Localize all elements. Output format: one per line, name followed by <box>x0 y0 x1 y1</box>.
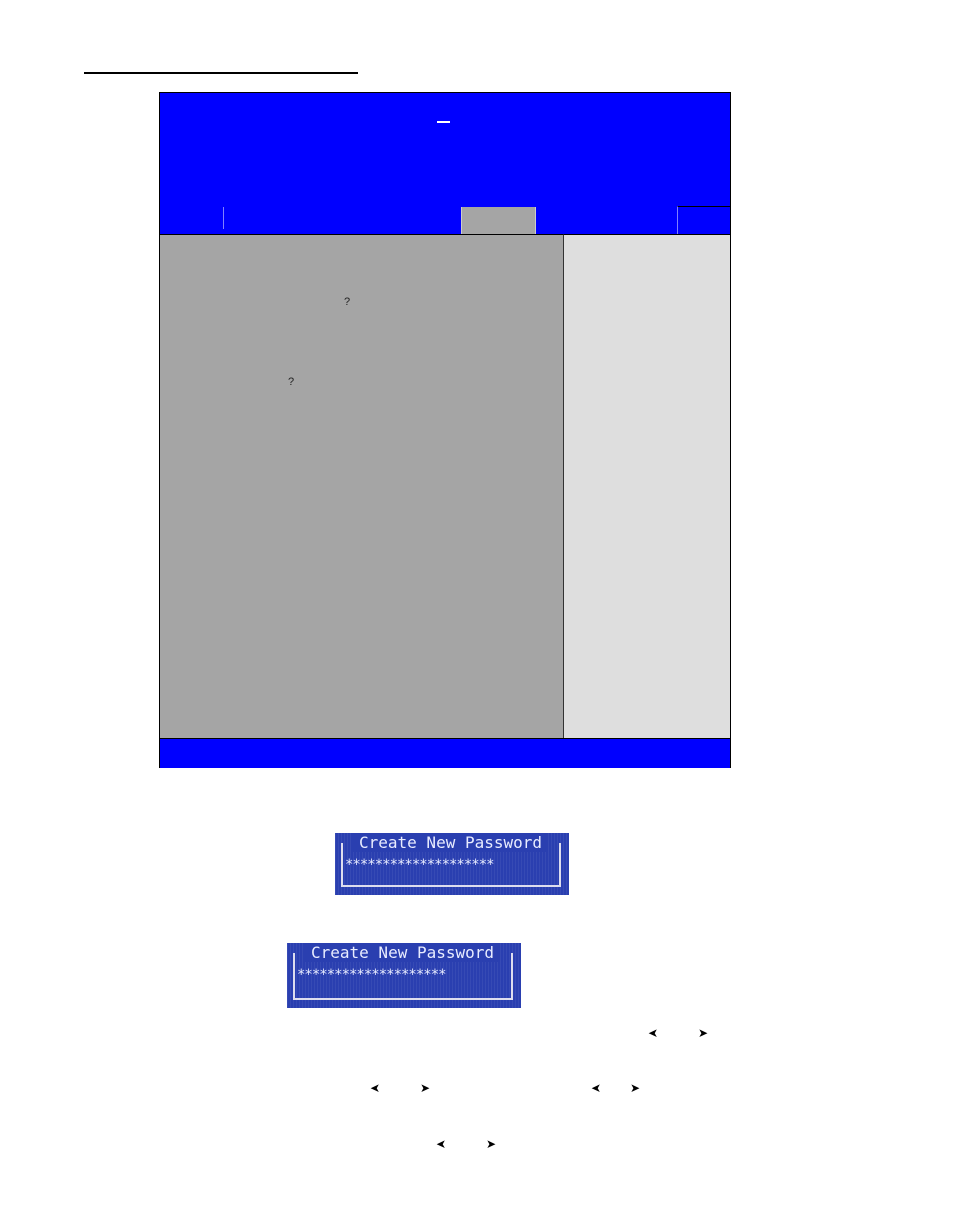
password-field[interactable]: ******************** <box>345 857 495 873</box>
bios-screenshot: ? ? <box>159 92 731 768</box>
missing-glyph: ? <box>288 376 295 388</box>
dialog-title: Create New Password <box>305 943 501 962</box>
document-page: ? ? Create New Password ****************… <box>0 0 954 1232</box>
arrow-right-icon: ➤ <box>630 1081 641 1095</box>
tab-security-selected[interactable] <box>461 207 536 234</box>
tab-exit[interactable] <box>677 206 731 235</box>
arrow-right-icon: ➤ <box>420 1081 431 1095</box>
arrow-left-icon: ➤ <box>591 1081 602 1095</box>
help-panel-bottom <box>564 486 730 738</box>
arrow-right-icon: ➤ <box>486 1137 497 1151</box>
main-panel: ? ? <box>160 234 564 739</box>
help-panel-top <box>564 234 730 487</box>
arrow-right-icon: ➤ <box>698 1026 709 1040</box>
heading-underline <box>84 72 358 74</box>
missing-glyph: ? <box>344 296 351 308</box>
dialog-title: Create New Password <box>353 833 549 852</box>
arrow-left-icon: ➤ <box>370 1081 381 1095</box>
arrow-left-icon: ➤ <box>648 1026 659 1040</box>
title-dash <box>437 121 450 123</box>
arrow-left-icon: ➤ <box>436 1137 447 1151</box>
tab-separator <box>223 207 224 229</box>
password-field[interactable]: ******************** <box>297 967 447 983</box>
create-password-dialog: Create New Password ******************** <box>335 833 569 895</box>
bios-footer <box>160 738 730 768</box>
create-password-dialog: Create New Password ******************** <box>287 943 521 1008</box>
